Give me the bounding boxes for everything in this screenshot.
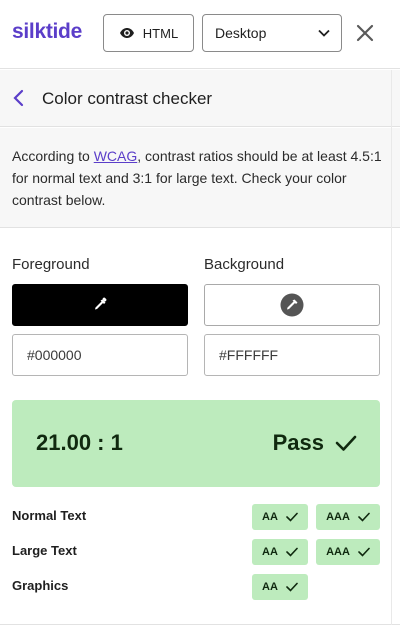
normal-text-aa-badge: AA [252,504,308,530]
back-chevron-icon[interactable] [11,89,27,107]
device-select[interactable]: Desktop [202,14,342,52]
graphics-label: Graphics [12,578,69,593]
badge-label: AA [262,581,278,593]
normal-text-label: Normal Text [12,508,87,523]
graphics-aa-badge: AA [252,574,308,600]
chevron-down-icon [318,29,330,37]
top-bar: silktide HTML Desktop [0,0,400,69]
html-button[interactable]: HTML [103,14,194,52]
html-button-label: HTML [142,25,179,41]
check-icon [286,512,298,522]
eyedropper-icon [95,297,107,310]
background-hex-input[interactable] [204,334,380,376]
normal-text-aaa-badge: AAA [316,504,380,530]
close-icon[interactable] [354,22,376,44]
status-badge: Pass [273,430,358,456]
badge-label: AA [262,511,278,523]
foreground-label: Foreground [12,256,90,273]
check-icon [335,435,357,451]
intro-text: According to WCAG, contrast ratios shoul… [0,128,400,228]
badge-label: AAA [326,511,350,523]
contrast-result: 21.00 : 1 Pass [12,400,380,487]
divider [0,624,400,625]
device-select-value: Desktop [215,25,267,41]
panel-header: Color contrast checker [0,70,400,127]
page-title: Color contrast checker [42,89,213,108]
background-label: Background [204,256,285,273]
foreground-color-picker[interactable] [12,284,188,326]
check-icon [358,547,370,557]
large-text-aaa-badge: AAA [316,539,380,565]
check-icon [286,582,298,592]
large-text-aa-badge: AA [252,539,308,565]
large-text-label: Large Text [12,543,77,558]
eyedropper-icon [280,293,304,317]
scrollbar-track[interactable] [391,70,392,625]
badge-label: AA [262,546,278,558]
wcag-link[interactable]: WCAG [94,148,138,164]
contrast-ratio: 21.00 : 1 [36,430,123,455]
eye-icon [119,28,134,38]
badge-label: AAA [326,546,350,558]
background-color-picker[interactable] [204,284,380,326]
status-text: Pass [272,430,324,455]
check-icon [286,547,298,557]
intro-before-link: According to [12,148,94,164]
foreground-hex-input[interactable] [12,334,188,376]
silktide-logo: silktide [12,20,82,43]
check-icon [358,512,370,522]
